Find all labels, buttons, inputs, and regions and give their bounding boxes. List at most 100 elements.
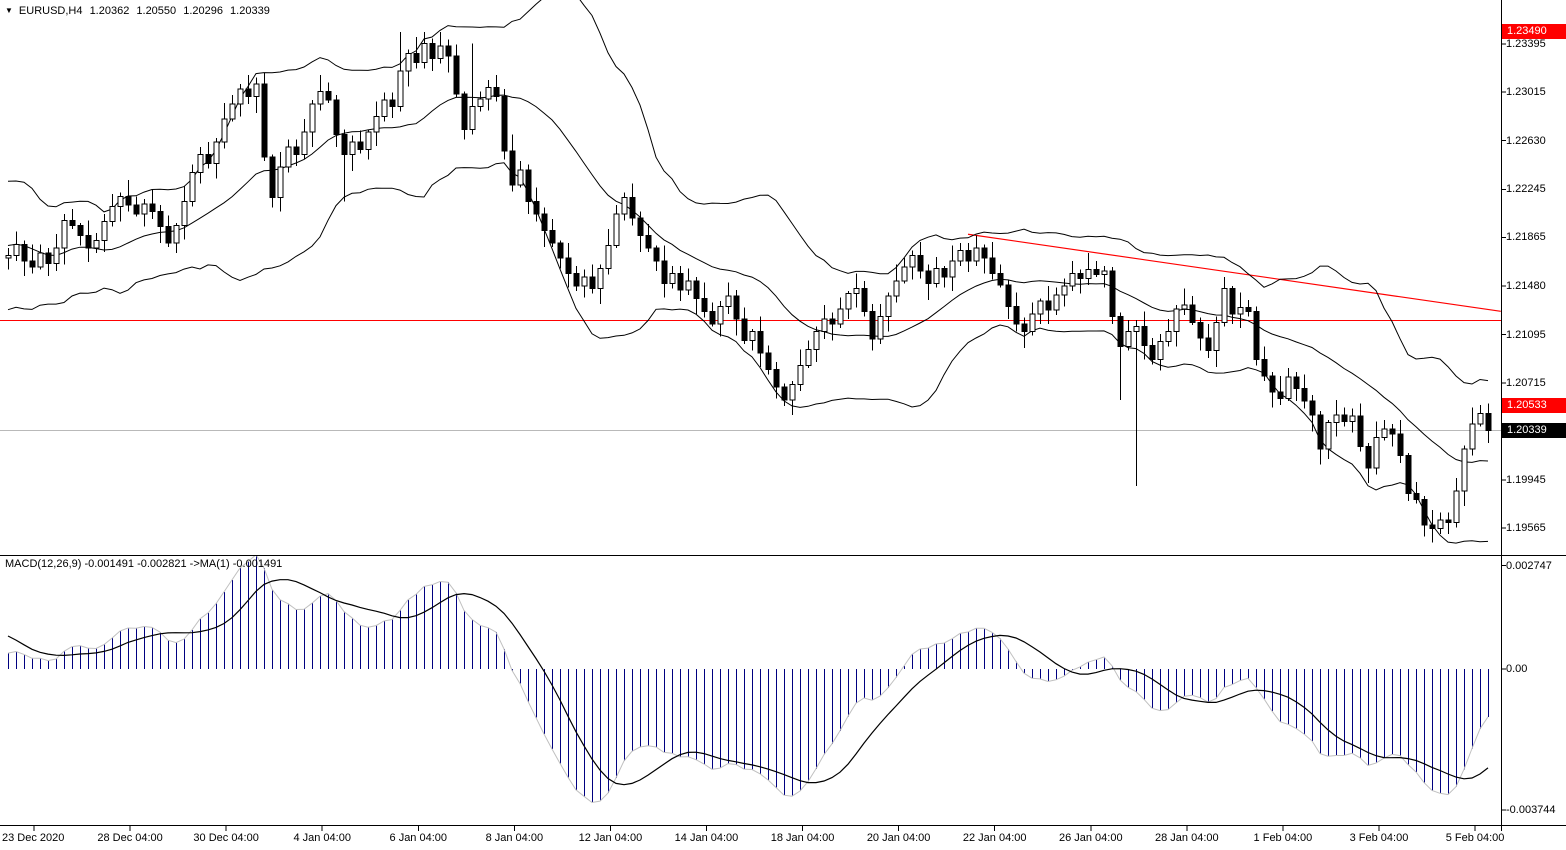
time-axis-label: 12 Jan 04:00 xyxy=(562,831,658,845)
candle xyxy=(614,205,619,248)
candle xyxy=(102,214,107,252)
candle xyxy=(646,224,651,252)
chart-canvas[interactable] xyxy=(0,0,1566,850)
candle xyxy=(1174,305,1179,347)
candle xyxy=(654,246,659,271)
candle xyxy=(38,244,43,269)
candle xyxy=(710,302,715,326)
candle xyxy=(382,93,387,122)
candle xyxy=(950,246,955,292)
candle xyxy=(806,340,811,368)
candle xyxy=(54,234,59,271)
candle xyxy=(366,129,371,159)
candle xyxy=(1094,261,1099,277)
candle xyxy=(558,241,563,269)
candle xyxy=(526,165,531,214)
candle xyxy=(894,265,899,303)
candle xyxy=(670,266,675,289)
candle xyxy=(942,266,947,287)
candle xyxy=(750,329,755,350)
candle xyxy=(78,223,83,246)
time-axis-label: 3 Feb 04:00 xyxy=(1331,831,1427,845)
candle xyxy=(1438,512,1443,533)
candle xyxy=(1286,368,1291,401)
candle xyxy=(1262,347,1267,381)
candle xyxy=(398,32,403,112)
candle xyxy=(198,147,203,184)
price-badge: 1.20339 xyxy=(1502,423,1566,438)
candle xyxy=(758,316,763,367)
macd-panel xyxy=(8,555,1489,803)
candle xyxy=(862,281,867,316)
candle xyxy=(1270,372,1275,407)
candle xyxy=(1342,407,1347,426)
candle xyxy=(174,223,179,253)
candle xyxy=(774,362,779,399)
quote-low: 1.20296 xyxy=(183,5,223,17)
horizontal-red-lines[interactable] xyxy=(0,321,1501,850)
candle xyxy=(718,301,723,336)
candle xyxy=(974,235,979,265)
candle xyxy=(118,193,123,222)
candle xyxy=(846,291,851,319)
price-axis-label: 1.21095 xyxy=(1506,328,1546,342)
candle xyxy=(222,103,227,149)
candle xyxy=(686,268,691,295)
candle xyxy=(1110,267,1115,324)
candle xyxy=(390,93,395,118)
candle xyxy=(1318,411,1323,464)
candle xyxy=(286,139,291,172)
candle xyxy=(694,277,699,314)
candle xyxy=(742,308,747,345)
price-axis-label: 1.20715 xyxy=(1506,376,1546,390)
candle xyxy=(1046,286,1051,324)
candle xyxy=(1222,277,1227,326)
candle xyxy=(798,349,803,391)
macd-axis-label: 0.00 xyxy=(1506,662,1527,676)
candle xyxy=(358,131,363,154)
candle xyxy=(598,265,603,304)
candle xyxy=(1406,453,1411,501)
candle xyxy=(1006,280,1011,319)
candle xyxy=(262,72,267,160)
candle xyxy=(1134,320,1139,486)
quote-close: 1.20339 xyxy=(230,5,270,17)
price-axis-label: 1.22630 xyxy=(1506,134,1546,148)
panel-borders xyxy=(0,0,1566,831)
candle xyxy=(254,77,259,112)
candle xyxy=(1430,510,1435,543)
trading-chart-window: ▼EURUSD,H4 1.20362 1.20550 1.20296 1.203… xyxy=(0,0,1566,850)
candle xyxy=(582,270,587,298)
candle xyxy=(1374,421,1379,474)
candle xyxy=(182,186,187,239)
candle xyxy=(926,265,931,300)
macd-histogram xyxy=(9,555,1489,803)
candle xyxy=(886,292,891,331)
candle xyxy=(86,220,91,262)
candle xyxy=(142,199,147,227)
candle xyxy=(150,190,155,219)
candles-layer xyxy=(6,32,1491,543)
candle xyxy=(790,381,795,415)
candle xyxy=(590,265,595,294)
candle xyxy=(406,50,411,87)
macd-axis-label: -0.003744 xyxy=(1506,803,1556,817)
candle xyxy=(1478,405,1483,426)
candle xyxy=(1126,320,1131,350)
candle xyxy=(414,37,419,69)
price-axis-label: 1.21865 xyxy=(1506,230,1546,244)
candle xyxy=(1118,313,1123,400)
candle xyxy=(446,40,451,73)
candle xyxy=(822,305,827,339)
candle xyxy=(94,233,99,253)
candle xyxy=(454,45,459,98)
time-axis-label: 22 Jan 04:00 xyxy=(947,831,1043,845)
candle xyxy=(902,258,907,283)
time-axis-label: 30 Dec 04:00 xyxy=(178,831,274,845)
candle xyxy=(1070,261,1075,291)
candle xyxy=(110,194,115,227)
candle xyxy=(982,244,987,273)
candle xyxy=(494,75,499,102)
candle xyxy=(550,219,555,247)
candle xyxy=(1390,424,1395,447)
